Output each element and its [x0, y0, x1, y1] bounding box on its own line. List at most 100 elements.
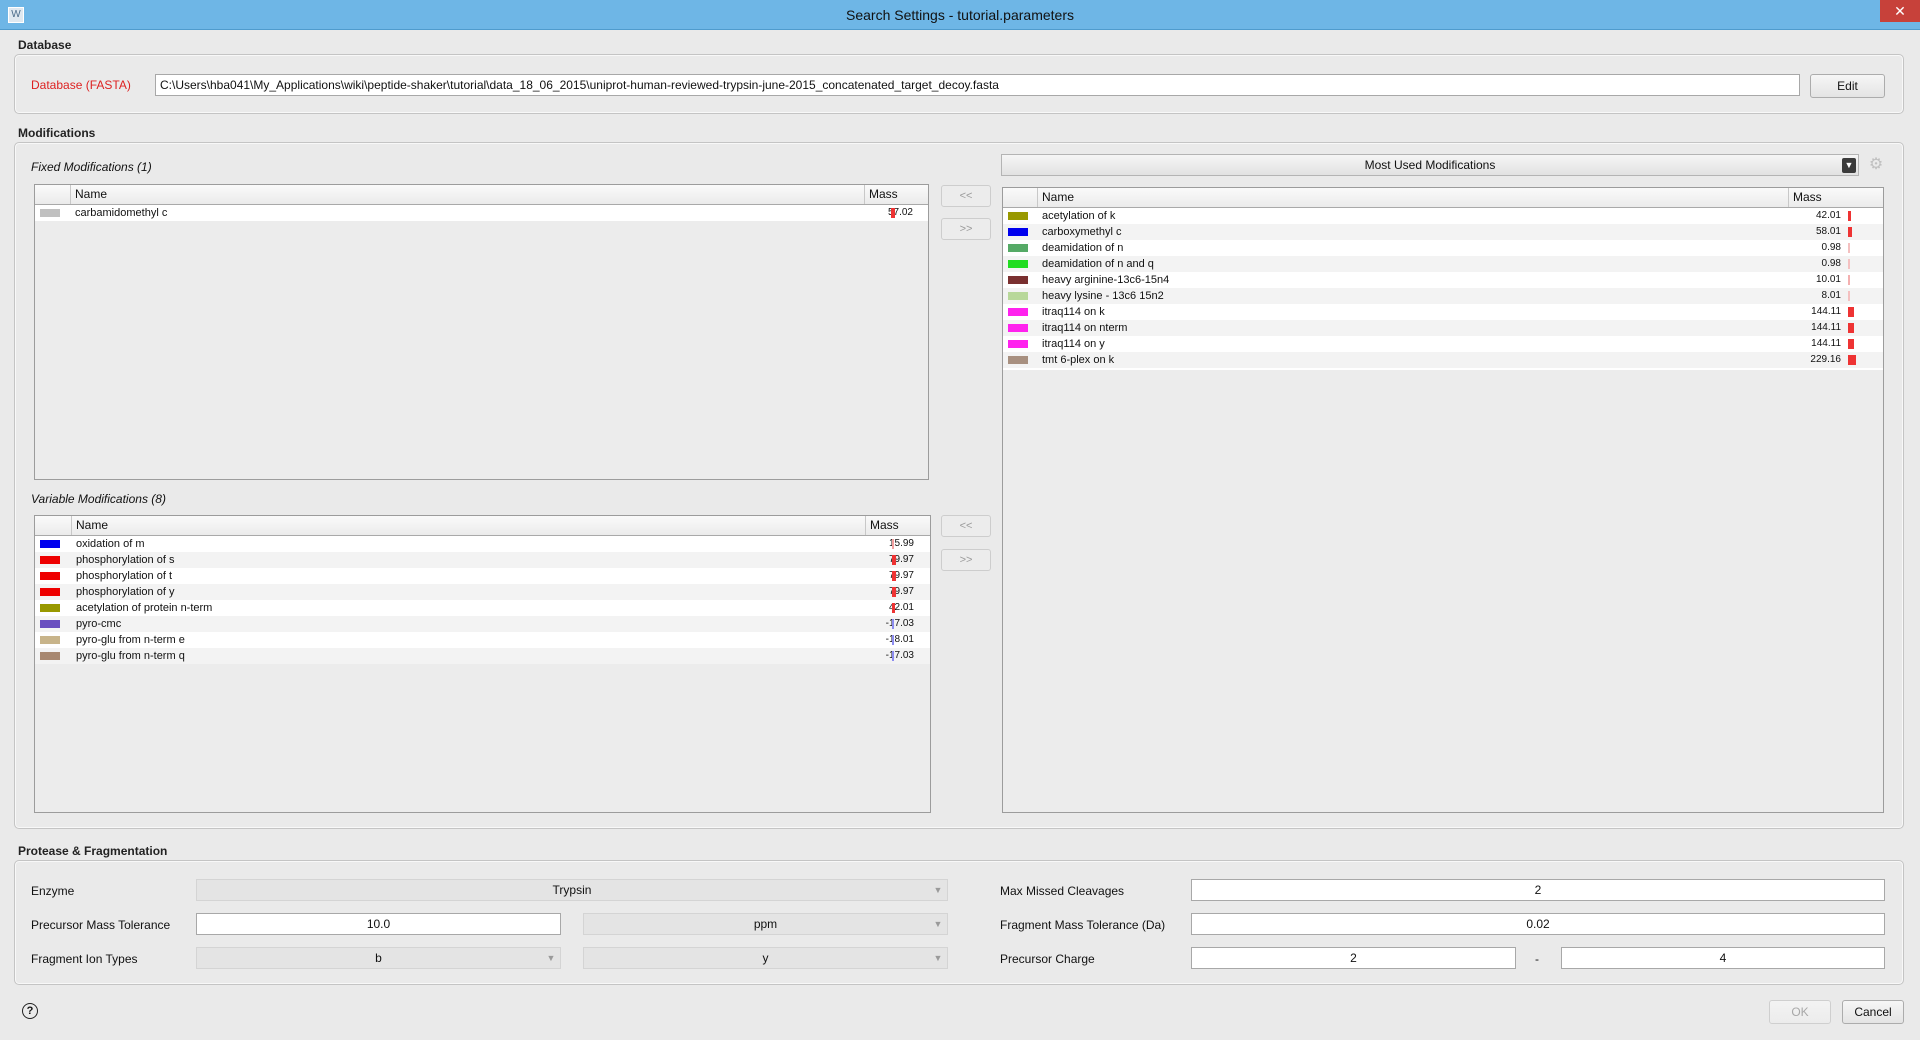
- modifications-section-title: Modifications: [18, 126, 96, 140]
- color-column-header: [35, 516, 72, 535]
- color-swatch[interactable]: [40, 209, 60, 217]
- close-window-button[interactable]: ✕: [1880, 0, 1920, 22]
- color-swatch[interactable]: [1008, 276, 1028, 284]
- modification-mass: 0.98: [1821, 258, 1841, 269]
- table-row[interactable]: deamidation of n 0.98: [1003, 240, 1883, 256]
- table-row[interactable]: heavy lysine - 13c6 15n2 8.01: [1003, 288, 1883, 304]
- modification-name: itraq114 on k: [1042, 306, 1105, 318]
- table-row[interactable]: pyro-glu from n-term e -18.01: [35, 632, 930, 648]
- modification-mass: 10.01: [1815, 274, 1841, 285]
- help-icon[interactable]: ?: [22, 1003, 38, 1019]
- fragment-ion-type-1-dropdown[interactable]: b ▼: [196, 947, 561, 969]
- precursor-charge-label: Precursor Charge: [1000, 952, 1095, 966]
- color-swatch[interactable]: [1008, 228, 1028, 236]
- mass-bar: [1848, 227, 1852, 237]
- color-swatch[interactable]: [1008, 260, 1028, 268]
- table-row[interactable]: itraq114 on y 144.11: [1003, 336, 1883, 352]
- name-column-header[interactable]: Name: [1038, 188, 1789, 207]
- fixed-modifications-table[interactable]: Name Mass carbamidomethyl c 57.02: [34, 184, 929, 480]
- ok-button[interactable]: OK: [1769, 1000, 1831, 1024]
- max-missed-cleavages-field[interactable]: 2: [1191, 879, 1885, 901]
- table-row[interactable]: pyro-glu from n-term q -17.03: [35, 648, 930, 664]
- table-row[interactable]: itraq114 on k 144.11: [1003, 304, 1883, 320]
- color-swatch[interactable]: [40, 636, 60, 644]
- color-swatch[interactable]: [40, 572, 60, 580]
- modification-mass: 144.11: [1811, 306, 1841, 317]
- add-variable-modification-button[interactable]: <<: [941, 515, 991, 537]
- modification-mass: 229.16: [1810, 354, 1841, 365]
- modification-mass: 42.01: [888, 602, 914, 613]
- table-row[interactable]: acetylation of protein n-term 42.01: [35, 600, 930, 616]
- modification-mass: -18.01: [885, 634, 914, 645]
- precursor-tolerance-field[interactable]: 10.0: [196, 913, 561, 935]
- mass-bar: [1848, 259, 1850, 269]
- mass-column-header[interactable]: Mass: [865, 185, 928, 204]
- modification-mass: 42.01: [1815, 210, 1841, 221]
- mass-column-header[interactable]: Mass: [1789, 188, 1883, 207]
- mass-bar: [892, 555, 896, 565]
- modification-name: pyro-glu from n-term e: [76, 634, 185, 646]
- precursor-tolerance-unit-value: ppm: [753, 917, 778, 931]
- mass-bar: [1848, 355, 1856, 365]
- table-row[interactable]: tmt 6-plex on k 229.16: [1003, 352, 1883, 368]
- color-swatch[interactable]: [1008, 212, 1028, 220]
- add-fixed-modification-button[interactable]: <<: [941, 185, 991, 207]
- fragment-ion-type-2-dropdown[interactable]: y ▼: [583, 947, 948, 969]
- color-swatch[interactable]: [1008, 292, 1028, 300]
- modification-mass: 15.99: [888, 538, 914, 549]
- color-swatch[interactable]: [1008, 308, 1028, 316]
- modification-name: phosphorylation of y: [76, 586, 175, 598]
- remove-variable-modification-button[interactable]: >>: [941, 549, 991, 571]
- color-swatch[interactable]: [1008, 324, 1028, 332]
- table-row[interactable]: acetylation of k 42.01: [1003, 208, 1883, 224]
- color-swatch[interactable]: [40, 540, 60, 548]
- enzyme-dropdown[interactable]: Trypsin ▼: [196, 879, 948, 901]
- table-row[interactable]: itraq114 on nterm 144.11: [1003, 320, 1883, 336]
- color-swatch[interactable]: [40, 588, 60, 596]
- cancel-button[interactable]: Cancel: [1842, 1000, 1904, 1024]
- gear-icon[interactable]: ⚙: [1866, 154, 1886, 176]
- precursor-tolerance-unit-dropdown[interactable]: ppm ▼: [583, 913, 948, 935]
- color-swatch[interactable]: [40, 604, 60, 612]
- table-row[interactable]: heavy arginine-13c6-15n4 10.01: [1003, 272, 1883, 288]
- name-column-header[interactable]: Name: [71, 185, 865, 204]
- modification-name: heavy lysine - 13c6 15n2: [1042, 290, 1164, 302]
- color-swatch[interactable]: [1008, 340, 1028, 348]
- max-missed-cleavages-label: Max Missed Cleavages: [1000, 884, 1125, 898]
- mass-bar: [1848, 339, 1854, 349]
- name-column-header[interactable]: Name: [72, 516, 866, 535]
- modification-name: deamidation of n: [1042, 242, 1124, 254]
- modification-mass: 79.97: [888, 554, 914, 565]
- mass-bar: [892, 587, 896, 597]
- modification-name: phosphorylation of t: [76, 570, 173, 582]
- modification-list-dropdown[interactable]: Most Used Modifications ▼: [1001, 154, 1859, 176]
- table-row[interactable]: carbamidomethyl c 57.02: [35, 205, 928, 221]
- mass-column-header[interactable]: Mass: [866, 516, 930, 535]
- table-row[interactable]: phosphorylation of s 79.97: [35, 552, 930, 568]
- table-row[interactable]: oxidation of m 15.99: [35, 536, 930, 552]
- available-modifications-table[interactable]: Name Mass acetylation of k 42.01 carboxyme…: [1002, 187, 1884, 813]
- table-row[interactable]: deamidation of n and q 0.98: [1003, 256, 1883, 272]
- color-swatch[interactable]: [1008, 244, 1028, 252]
- color-swatch[interactable]: [40, 652, 60, 660]
- table-row[interactable]: carboxymethyl c 58.01: [1003, 224, 1883, 240]
- fragment-tolerance-field[interactable]: 0.02: [1191, 913, 1885, 935]
- mass-bar: [1848, 211, 1851, 221]
- precursor-charge-max-field[interactable]: 4: [1561, 947, 1885, 969]
- modification-mass: 144.11: [1811, 338, 1841, 349]
- mass-bar: [1848, 275, 1850, 285]
- edit-database-button[interactable]: Edit: [1810, 74, 1885, 98]
- precursor-charge-min-field[interactable]: 2: [1191, 947, 1516, 969]
- modification-mass: 57.02: [887, 207, 913, 218]
- remove-fixed-modification-button[interactable]: >>: [941, 218, 991, 240]
- table-row[interactable]: pyro-cmc -17.03: [35, 616, 930, 632]
- color-swatch[interactable]: [40, 620, 60, 628]
- database-path-field[interactable]: C:\Users\hba041\My_Applications\wiki\pep…: [155, 74, 1800, 96]
- variable-modifications-table[interactable]: Name Mass oxidation of m 15.99 phosphoryla…: [34, 515, 931, 813]
- color-swatch[interactable]: [1008, 356, 1028, 364]
- color-swatch[interactable]: [40, 556, 60, 564]
- table-empty-area: [1003, 370, 1883, 812]
- fragment-ion-types-label: Fragment Ion Types: [31, 952, 138, 966]
- table-row[interactable]: phosphorylation of t 79.97: [35, 568, 930, 584]
- table-row[interactable]: phosphorylation of y 79.97: [35, 584, 930, 600]
